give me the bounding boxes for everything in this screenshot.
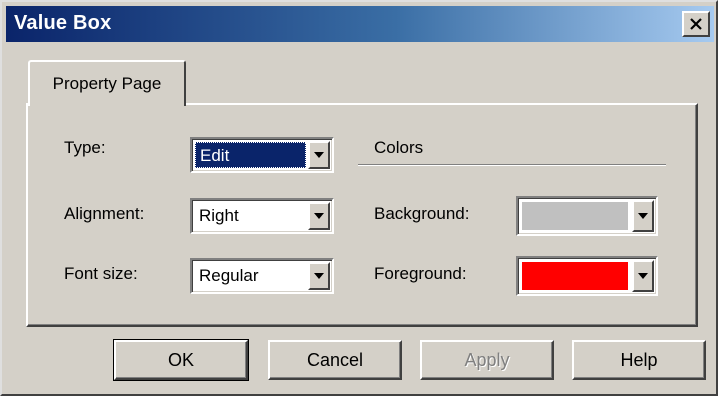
cancel-button[interactable]: Cancel [268,340,402,380]
close-button[interactable] [682,11,710,37]
type-label: Type: [64,138,106,157]
font-size-dropdown-button[interactable] [308,262,330,290]
ok-button-label: OK [167,349,194,370]
tab-property-page[interactable]: Property Page [28,60,186,106]
type-value: Edit [195,142,306,168]
cancel-button-label: Cancel [306,349,364,370]
chevron-down-icon [638,213,648,219]
ok-button[interactable]: OK [113,339,249,381]
close-icon [690,18,702,30]
background-color-swatch [522,202,628,230]
alignment-value: Right [199,206,239,225]
font-size-combobox[interactable]: Regular [190,258,334,294]
apply-button: Apply [420,340,554,380]
foreground-label: Foreground: [374,264,467,283]
type-combobox[interactable]: Edit [190,137,334,173]
alignment-combobox[interactable]: Right [190,198,334,234]
foreground-color-swatch [522,262,628,290]
type-dropdown-button[interactable] [308,141,330,169]
foreground-dropdown-button[interactable] [632,260,654,292]
alignment-label: Alignment: [64,204,145,223]
tab-label: Property Page [52,74,162,93]
title-bar[interactable]: Value Box [6,6,714,42]
help-button[interactable]: Help [572,340,706,380]
background-label: Background: [374,204,470,223]
font-size-value: Regular [199,266,259,285]
help-button-label: Help [620,349,658,370]
font-size-label: Font size: [64,264,138,283]
alignment-dropdown-button[interactable] [308,202,330,230]
chevron-down-icon [314,213,324,219]
apply-button-label: Apply [464,349,510,370]
chevron-down-icon [314,152,324,158]
chevron-down-icon [638,273,648,279]
background-color-picker[interactable] [516,196,658,236]
value-box-dialog: Value Box Property Page Type: Edit Align… [0,0,718,396]
colors-divider [358,164,666,166]
background-dropdown-button[interactable] [632,200,654,232]
colors-group-title: Colors [374,138,424,157]
foreground-color-picker[interactable] [516,256,658,296]
window-title: Value Box [14,12,112,34]
chevron-down-icon [314,273,324,279]
